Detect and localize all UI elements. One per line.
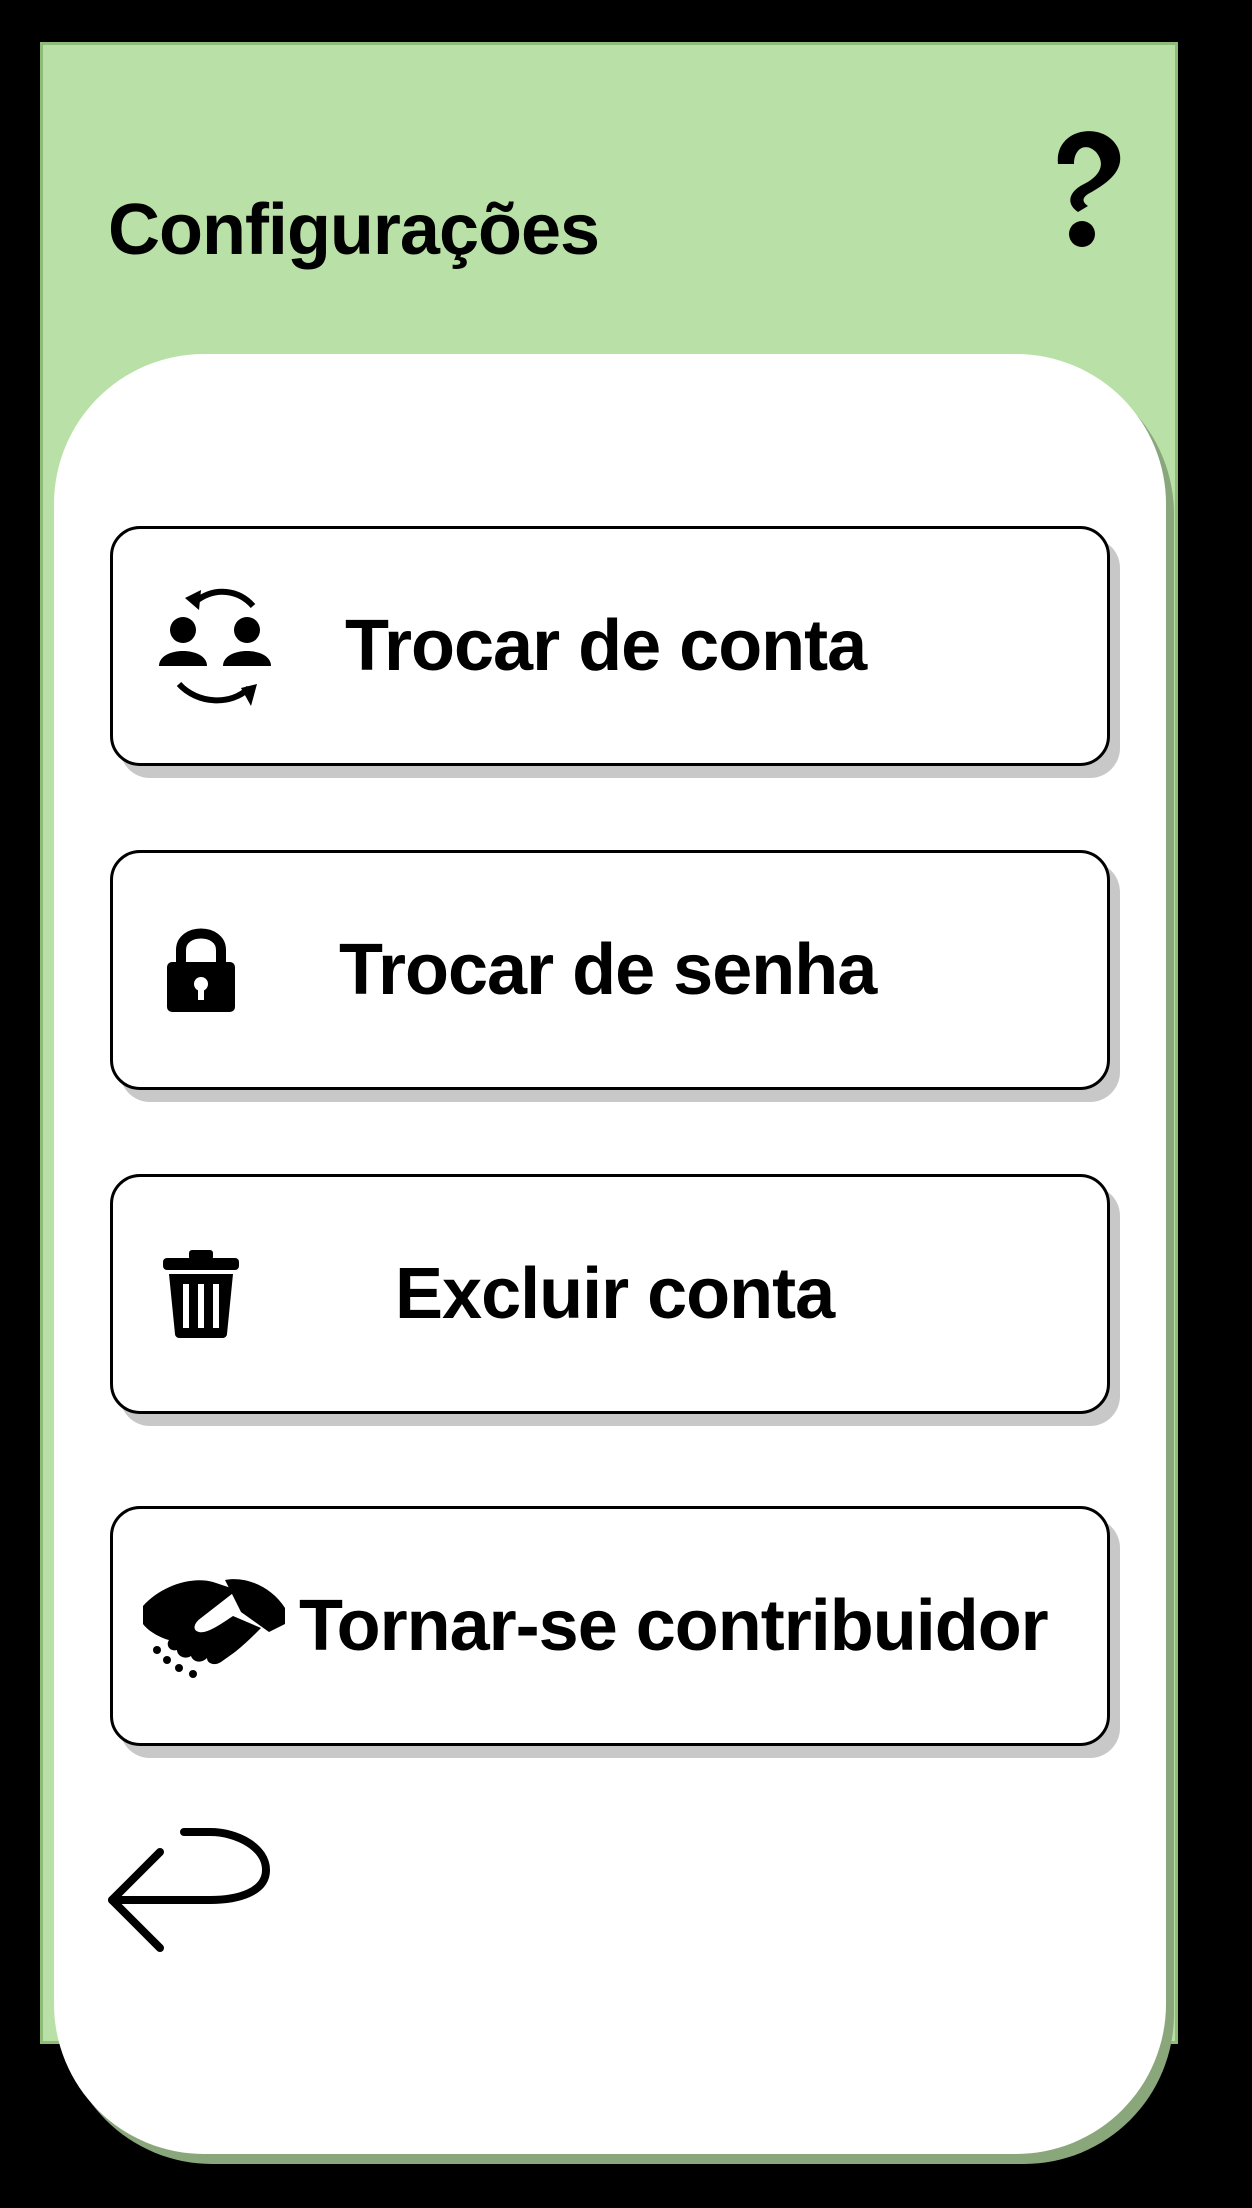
switch-accounts-icon (157, 584, 273, 708)
settings-screen: Configurações Trocar de conta Trocar de … (0, 0, 1252, 2208)
lock-icon (165, 926, 237, 1014)
change-password-button[interactable]: Trocar de senha (110, 850, 1110, 1090)
trash-icon (161, 1250, 241, 1338)
switch-account-button[interactable]: Trocar de conta (110, 526, 1110, 766)
delete-account-label: Excluir conta (395, 1254, 835, 1334)
handshake-icon (141, 1572, 287, 1680)
change-password-label: Trocar de senha (339, 930, 877, 1010)
help-button[interactable] (1044, 120, 1128, 250)
question-mark-icon (1044, 120, 1128, 250)
delete-account-button[interactable]: Excluir conta (110, 1174, 1110, 1414)
back-button[interactable] (104, 1826, 274, 1952)
back-arrow-icon (104, 1826, 274, 1952)
switch-account-label: Trocar de conta (345, 606, 867, 686)
become-contributor-label: Tornar-se contribuidor (299, 1586, 1049, 1666)
become-contributor-button[interactable]: Tornar-se contribuidor (110, 1506, 1110, 1746)
page-title: Configurações (108, 190, 600, 270)
